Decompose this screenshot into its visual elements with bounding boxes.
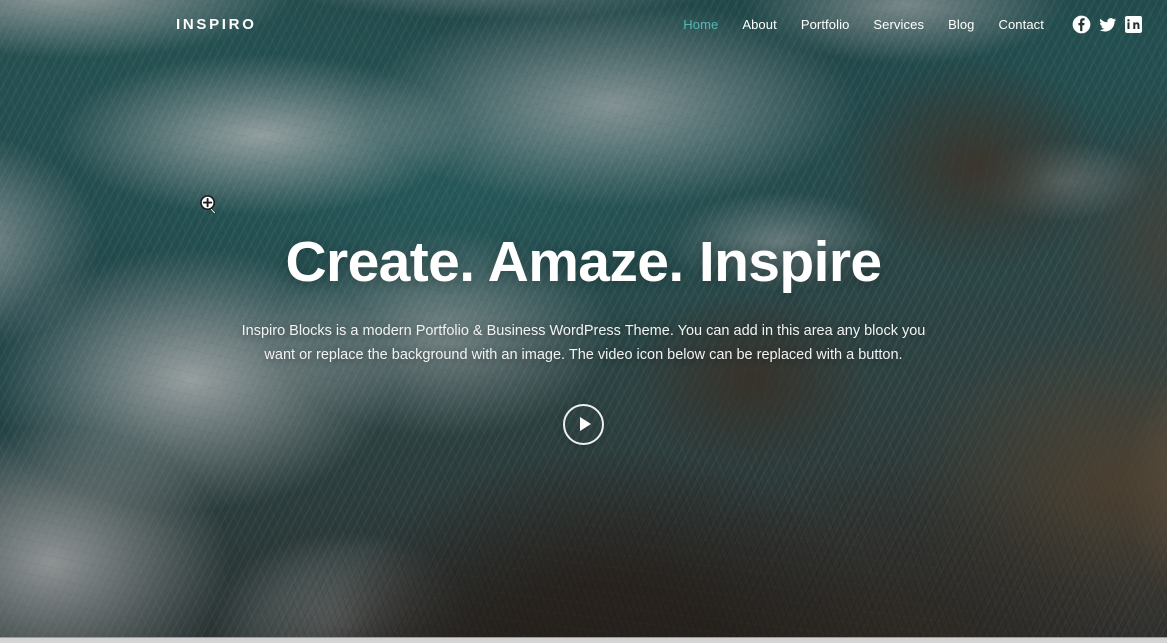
linkedin-icon[interactable]: [1124, 15, 1143, 34]
primary-navigation: Home About Portfolio Services Blog Conta…: [671, 14, 1056, 35]
page-bottom-rule: [0, 637, 1167, 638]
nav-item-contact[interactable]: Contact: [986, 14, 1056, 35]
header-nav-area: Home About Portfolio Services Blog Conta…: [671, 14, 1143, 35]
nav-item-about[interactable]: About: [730, 14, 788, 35]
site-logo[interactable]: INSPIRO: [176, 17, 257, 32]
browser-viewport: INSPIRO Home About Portfolio Services Bl…: [0, 0, 1167, 643]
twitter-icon[interactable]: [1098, 15, 1117, 34]
hero-paragraph: Inspiro Blocks is a modern Portfolio & B…: [241, 322, 926, 363]
nav-item-blog[interactable]: Blog: [936, 14, 986, 35]
social-links: [1072, 15, 1143, 34]
play-triangle-icon: [579, 417, 591, 432]
facebook-icon[interactable]: [1072, 15, 1091, 34]
nav-item-portfolio[interactable]: Portfolio: [789, 14, 862, 35]
hero-section: INSPIRO Home About Portfolio Services Bl…: [0, 0, 1167, 637]
nav-item-services[interactable]: Services: [861, 14, 936, 35]
hero-inner: Create. Amaze. Inspire Inspiro Blocks is…: [204, 0, 964, 445]
page-bottom-edge: [0, 637, 1167, 643]
play-video-button[interactable]: [563, 403, 604, 445]
site-header: INSPIRO Home About Portfolio Services Bl…: [0, 0, 1167, 52]
nav-item-home[interactable]: Home: [671, 14, 730, 35]
